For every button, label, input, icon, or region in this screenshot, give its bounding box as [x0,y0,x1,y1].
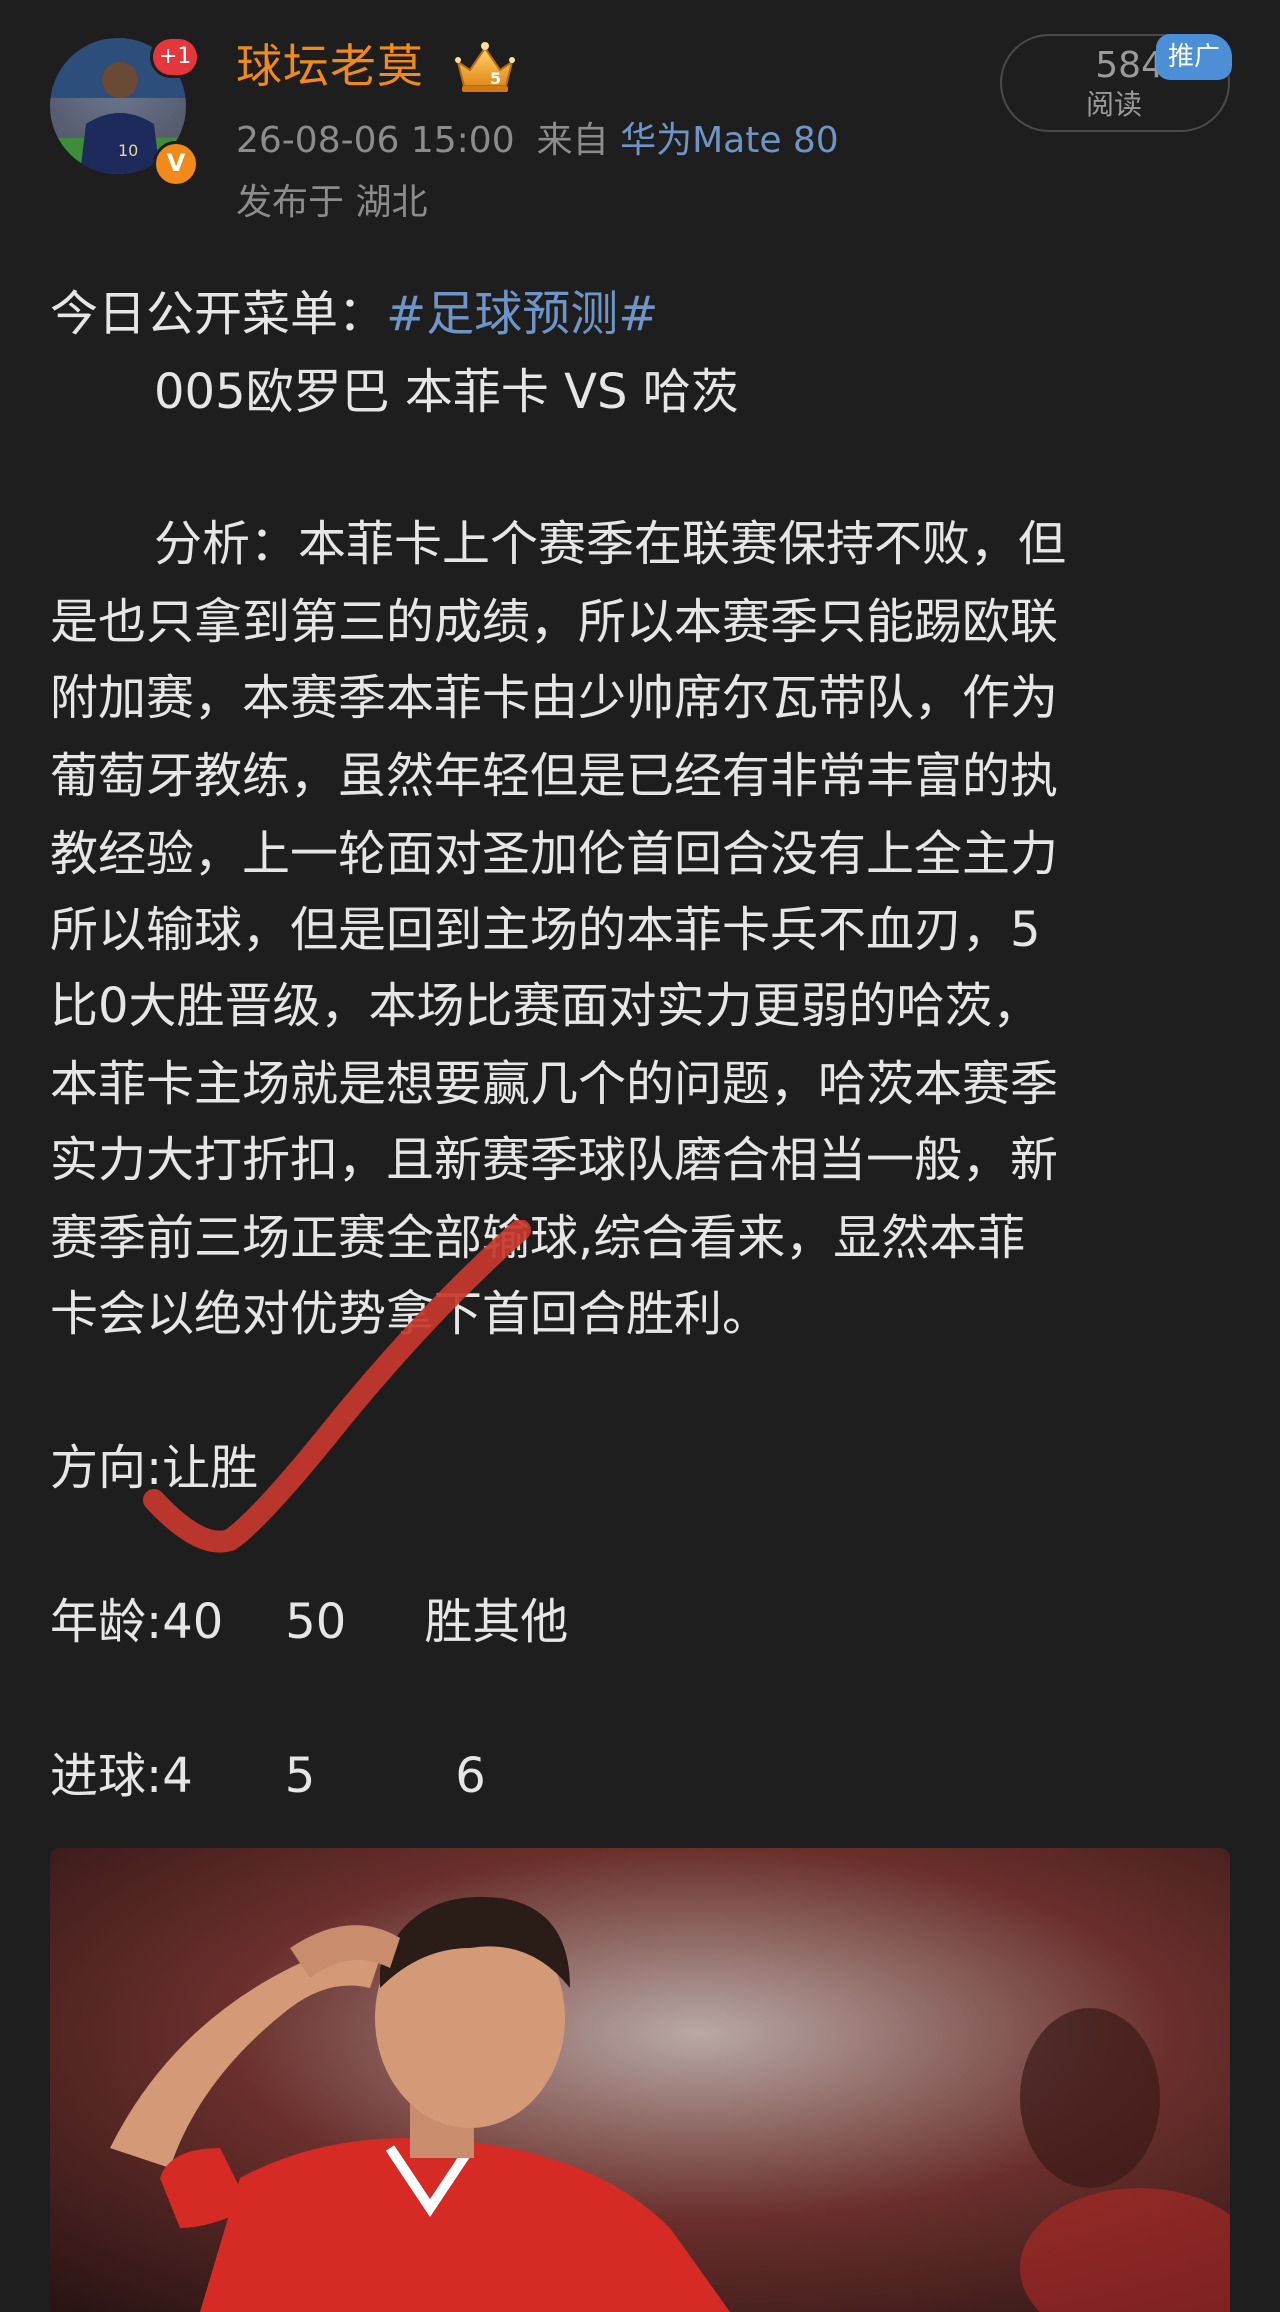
read-count: 584 [1095,45,1164,86]
direction-line: 方向:让胜 [50,1440,259,1496]
goals-label: 进球: [50,1748,163,1804]
hashtag-link[interactable]: #足球预测# [386,286,658,342]
analysis-line: 教经验，上一轮面对圣加伦首回合没有上全主力 [50,826,1059,882]
source-prefix: 来自 [536,120,609,161]
match-line: 005欧罗巴 本菲卡 VS 哈茨 [154,364,739,420]
read-label: 阅读 [1086,88,1143,121]
goals-line: 进球:4 5 6 [50,1746,486,1806]
analysis-line: 本菲卡主场就是想要赢几个的问题，哈茨本赛季 [50,1056,1059,1112]
age-label: 年龄: [50,1594,163,1650]
analysis-line: 赛季前三场正赛全部输球,综合看来，显然本菲 [50,1210,1026,1266]
verified-icon: V [153,141,199,187]
age-value: 胜其他 [424,1594,569,1650]
post-date: 26-08-06 15:00 [236,120,515,161]
analysis-line: 分析：本菲卡上个赛季在联赛保持不败，但 [154,516,1067,572]
username[interactable]: 球坛老莫 [236,38,424,94]
promo-badge[interactable]: 推广 [1156,34,1232,80]
analysis-line: 附加赛，本赛季本菲卡由少帅席尔瓦带队，作为 [50,670,1059,726]
analysis-line: 比0大胜晋级，本场比赛面对实力更弱的哈茨， [50,978,1041,1034]
age-value: 40 [162,1594,224,1650]
analysis-line: 实力大打折扣，且新赛季球队磨合相当一般，新 [50,1132,1059,1188]
check-mark-icon [143,1220,531,1553]
intro-prefix: 今日公开菜单： [50,286,387,342]
level-badge: 5 [490,69,501,88]
analysis-line: 葡萄牙教练，虽然年轻但是已经有非常丰富的执 [50,748,1059,804]
analysis-line: 卡会以绝对优势拿下首回合胜利。 [50,1286,771,1342]
age-line: 年龄:40 50 胜其他 [50,1592,568,1652]
age-value: 50 [285,1594,347,1650]
intro-line: 今日公开菜单：#足球预测# [50,284,658,344]
goals-value: 5 [284,1748,316,1804]
goals-value: 4 [162,1748,193,1804]
crown-icon: 5 [455,42,515,92]
post-image[interactable] [50,1848,1230,2312]
svg-text:10: 10 [118,141,138,160]
post-location: 发布于 湖北 [236,182,428,223]
device-link[interactable]: 华为Mate 80 [620,120,839,161]
post-meta: 26-08-06 15:00 来自 华为Mate 80 [236,118,839,164]
goals-value: 6 [455,1748,486,1804]
analysis-line: 所以输球，但是回到主场的本菲卡兵不血刃，5 [50,902,1041,958]
notification-badge: +1 [150,36,201,78]
analysis-line: 是也只拿到第三的成绩，所以本赛季只能踢欧联 [50,594,1059,650]
avatar[interactable]: 10 +1 V [50,36,201,187]
